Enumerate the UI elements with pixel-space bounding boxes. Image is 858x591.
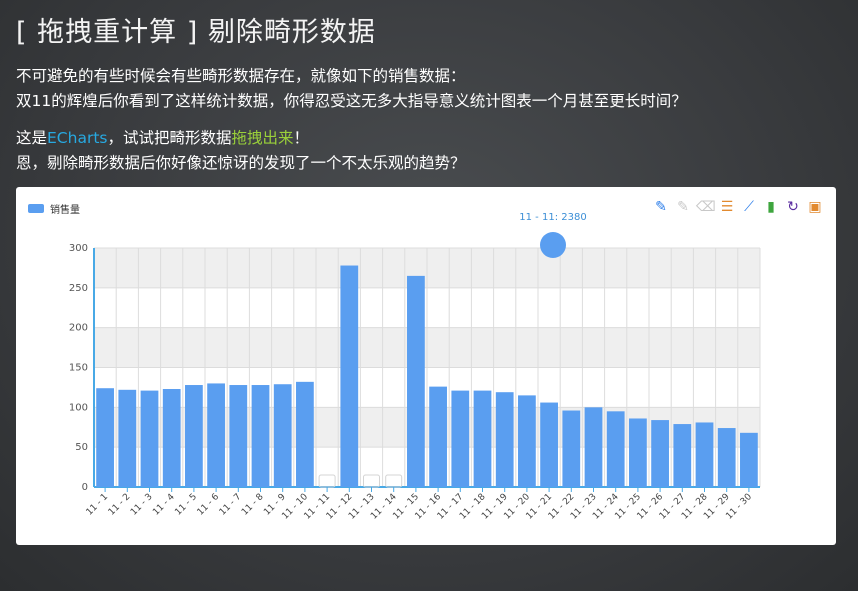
bar[interactable] (495, 392, 514, 487)
bar[interactable] (695, 422, 714, 487)
bar[interactable] (296, 381, 314, 487)
x-tick-label: 11 - 6 (196, 492, 222, 518)
bar[interactable] (606, 411, 625, 487)
x-tick-label: 11 - 4 (151, 492, 177, 518)
bar[interactable] (340, 265, 359, 487)
bar[interactable] (651, 420, 669, 487)
bar[interactable] (540, 402, 558, 487)
refresh-icon[interactable]: ↻ (784, 198, 802, 216)
echarts-link[interactable]: ECharts (47, 129, 107, 147)
bar-chart: 05010015020025030011 - 111 - 211 - 311 -… (69, 212, 761, 522)
bar[interactable] (562, 410, 581, 487)
bar[interactable] (96, 388, 114, 487)
empty-bar-placeholder[interactable] (363, 474, 380, 488)
bar[interactable] (740, 432, 758, 487)
y-tick-label: 250 (69, 283, 88, 294)
drag-out-highlight: 拖拽出来 (231, 129, 294, 147)
x-tick-label: 11 - 1 (85, 492, 111, 518)
bar[interactable] (273, 384, 292, 487)
intro-line-2: 双11的辉煌后你看到了这样统计数据，你得忍受这无多大指导意义统计图表一个月甚至更… (16, 92, 687, 110)
empty-bar-placeholder[interactable] (318, 474, 336, 488)
intro-line-3: 这是ECharts，试试把畸形数据拖拽出来！ (16, 126, 466, 151)
bar[interactable] (451, 390, 470, 487)
page-title: [ 拖拽重计算 ] 剔除畸形数据 (16, 17, 376, 48)
empty-bar-placeholder[interactable] (385, 474, 403, 488)
y-tick-label: 100 (69, 402, 88, 413)
intro-line-3-middle: ，试试把畸形数据 (107, 129, 232, 147)
bar[interactable] (717, 428, 736, 487)
intro-line-4: 恩，剔除畸形数据后你好像还惊讶的发现了一个不太乐观的趋势？ (16, 154, 466, 172)
x-tick-label: 11 - 5 (173, 492, 199, 518)
bar[interactable] (407, 275, 425, 487)
data-view-icon[interactable]: ☰ (718, 198, 736, 216)
bar[interactable] (251, 385, 270, 487)
intro-line-3-prefix: 这是 (16, 129, 48, 147)
x-tick-label: 11 - 7 (218, 492, 244, 518)
bar[interactable] (673, 424, 692, 487)
chart-toolbox: ✎ ✎ ⌫ ☰ ⟋ ▮ ↻ ▣ (652, 198, 824, 216)
dragged-data-bubble[interactable] (540, 232, 566, 258)
intro-line-3-suffix: ！ (293, 129, 310, 147)
bar[interactable] (584, 407, 603, 487)
mark-icon[interactable]: ✎ (652, 198, 670, 216)
bar[interactable] (518, 395, 536, 487)
bar[interactable] (185, 385, 203, 487)
y-tick-label: 0 (82, 482, 88, 493)
y-tick-label: 200 (69, 323, 88, 334)
mark-clear-icon[interactable]: ⌫ (696, 198, 716, 216)
bar[interactable] (629, 418, 647, 487)
bar[interactable] (140, 390, 159, 487)
save-image-icon[interactable]: ▣ (806, 198, 824, 216)
bar[interactable] (473, 390, 492, 487)
bar[interactable] (229, 385, 248, 487)
bar[interactable] (429, 386, 447, 487)
x-tick-label: 11 - 3 (129, 492, 155, 518)
x-tick-label: 11 - 2 (107, 492, 133, 518)
y-tick-label: 300 (69, 243, 88, 254)
x-tick-label: 11 - 8 (240, 492, 266, 518)
bar[interactable] (162, 389, 181, 487)
chart-card: 销售量 ✎ ✎ ⌫ ☰ ⟋ ▮ ↻ ▣ 0 50 100 150 200 250 300 11 - 1 11 … (16, 187, 836, 545)
bar[interactable] (118, 389, 137, 487)
y-tick-label: 50 (75, 442, 88, 453)
bar[interactable] (207, 383, 225, 487)
bar-chart-icon[interactable]: ▮ (762, 198, 780, 216)
y-tick-label: 150 (69, 363, 88, 374)
legend-label: 销售量 (50, 205, 80, 216)
legend[interactable]: 销售量 (28, 201, 80, 216)
intro-line-1: 不可避免的有些时候会有些畸形数据存在，就像如下的销售数据： (16, 67, 466, 85)
mark-undo-icon[interactable]: ✎ (674, 198, 692, 216)
line-chart-icon[interactable]: ⟋ (740, 198, 758, 216)
legend-swatch (28, 204, 44, 213)
intro-paragraph-2: 这是ECharts，试试把畸形数据拖拽出来！ 恩，剔除畸形数据后你好像还惊讶的发… (16, 126, 466, 176)
dragged-data-label: 11 - 11: 2380 (519, 212, 586, 223)
intro-paragraph-1: 不可避免的有些时候会有些畸形数据存在，就像如下的销售数据： 双11的辉煌后你看到… (16, 64, 687, 114)
